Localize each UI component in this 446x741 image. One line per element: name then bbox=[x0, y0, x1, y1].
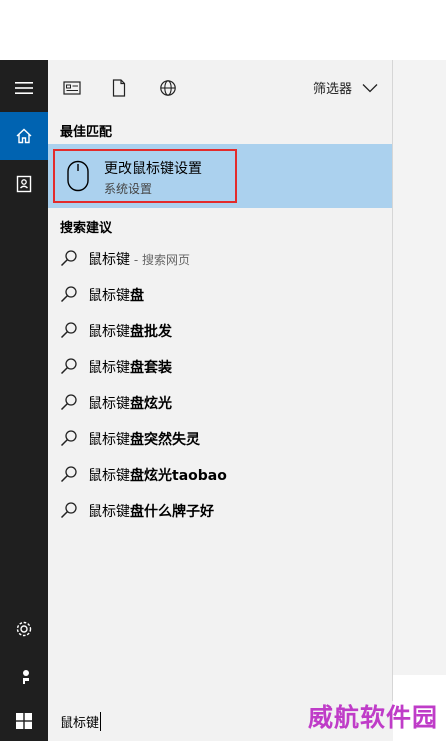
search-icon bbox=[60, 502, 77, 519]
suggestion-completion: 盘炫光taobao bbox=[130, 468, 227, 484]
settings-button[interactable] bbox=[0, 605, 48, 653]
search-results-panel: 筛选器 最佳匹配 更改鼠标键设置 系统设置 搜索建议 鼠标键 - 搜索网页 鼠标… bbox=[48, 60, 393, 701]
search-icon bbox=[60, 466, 77, 483]
suggestion-completion: 盘突然失灵 bbox=[130, 432, 200, 448]
notebook-button[interactable] bbox=[0, 160, 48, 208]
suggestion-completion: 盘 bbox=[130, 288, 144, 304]
suggestion-item[interactable]: 鼠标键盘套装 bbox=[48, 348, 392, 384]
suggestion-completion: 盘炫光 bbox=[130, 396, 172, 412]
suggestion-prefix: 鼠标键 bbox=[88, 396, 130, 412]
feedback-button[interactable] bbox=[0, 653, 48, 701]
document-icon bbox=[112, 79, 126, 97]
filter-dropdown[interactable]: 筛选器 bbox=[313, 78, 378, 97]
documents-filter-button[interactable] bbox=[107, 76, 131, 100]
hamburger-icon bbox=[15, 82, 33, 94]
web-filter-button[interactable] bbox=[156, 76, 180, 100]
windows-logo-icon bbox=[16, 713, 32, 729]
suggestion-completion: 盘批发 bbox=[130, 324, 172, 340]
apps-filter-button[interactable] bbox=[60, 76, 84, 100]
suggestions-heading: 搜索建议 bbox=[60, 221, 113, 236]
suggestion-item[interactable]: 鼠标键盘突然失灵 bbox=[48, 420, 392, 456]
suggestion-prefix: 鼠标键 bbox=[88, 288, 130, 304]
suggestion-item[interactable]: 鼠标键盘 bbox=[48, 276, 392, 312]
suggestion-item[interactable]: 鼠标键 - 搜索网页 bbox=[48, 240, 392, 276]
suggestion-prefix: 鼠标键 bbox=[88, 468, 130, 484]
search-icon bbox=[60, 250, 77, 267]
gear-icon bbox=[16, 621, 32, 637]
suggestion-item[interactable]: 鼠标键盘什么牌子好 bbox=[48, 492, 392, 528]
watermark: 威航软件园 bbox=[307, 703, 438, 732]
desktop-background bbox=[393, 60, 446, 675]
suggestion-list: 鼠标键 - 搜索网页 鼠标键盘 鼠标键盘批发 鼠标键盘套装 鼠标键盘炫光 鼠标键… bbox=[48, 240, 392, 528]
search-icon bbox=[60, 358, 77, 375]
best-match-subtitle: 系统设置 bbox=[104, 182, 153, 196]
filter-bar: 筛选器 bbox=[48, 60, 392, 116]
filter-label: 筛选器 bbox=[312, 82, 352, 97]
home-icon bbox=[16, 128, 32, 144]
start-rail bbox=[0, 60, 48, 741]
chevron-down-icon bbox=[362, 83, 378, 92]
start-button[interactable] bbox=[0, 701, 48, 741]
menu-button[interactable] bbox=[0, 64, 48, 112]
suggestion-prefix: 鼠标键 bbox=[88, 504, 130, 520]
search-icon bbox=[60, 394, 77, 411]
search-icon bbox=[60, 322, 77, 339]
feedback-icon bbox=[18, 670, 29, 684]
search-icon bbox=[60, 286, 77, 303]
search-icon bbox=[60, 430, 77, 447]
suggestion-completion: 盘什么牌子好 bbox=[130, 504, 214, 520]
suggestion-item[interactable]: 鼠标键盘炫光taobao bbox=[48, 456, 392, 492]
suggestion-item[interactable]: 鼠标键盘炫光 bbox=[48, 384, 392, 420]
suggestion-completion: 盘套装 bbox=[130, 360, 172, 376]
best-match-heading: 最佳匹配 bbox=[60, 125, 113, 140]
globe-icon bbox=[160, 80, 176, 96]
best-match-result[interactable]: 更改鼠标键设置 系统设置 bbox=[48, 144, 392, 208]
suggestion-item[interactable]: 鼠标键盘批发 bbox=[48, 312, 392, 348]
suggestion-prefix: 鼠标键 bbox=[88, 252, 130, 268]
notebook-icon bbox=[16, 175, 32, 193]
apps-icon bbox=[63, 81, 81, 95]
search-input[interactable]: 鼠标键 bbox=[60, 712, 102, 731]
suggestion-prefix: 鼠标键 bbox=[88, 360, 130, 376]
home-button[interactable] bbox=[0, 112, 48, 160]
suggestion-suffix: - 搜索网页 bbox=[130, 253, 190, 267]
suggestion-prefix: 鼠标键 bbox=[88, 324, 130, 340]
mouse-icon bbox=[67, 160, 89, 192]
best-match-title: 更改鼠标键设置 bbox=[104, 161, 202, 177]
suggestion-prefix: 鼠标键 bbox=[88, 432, 130, 448]
